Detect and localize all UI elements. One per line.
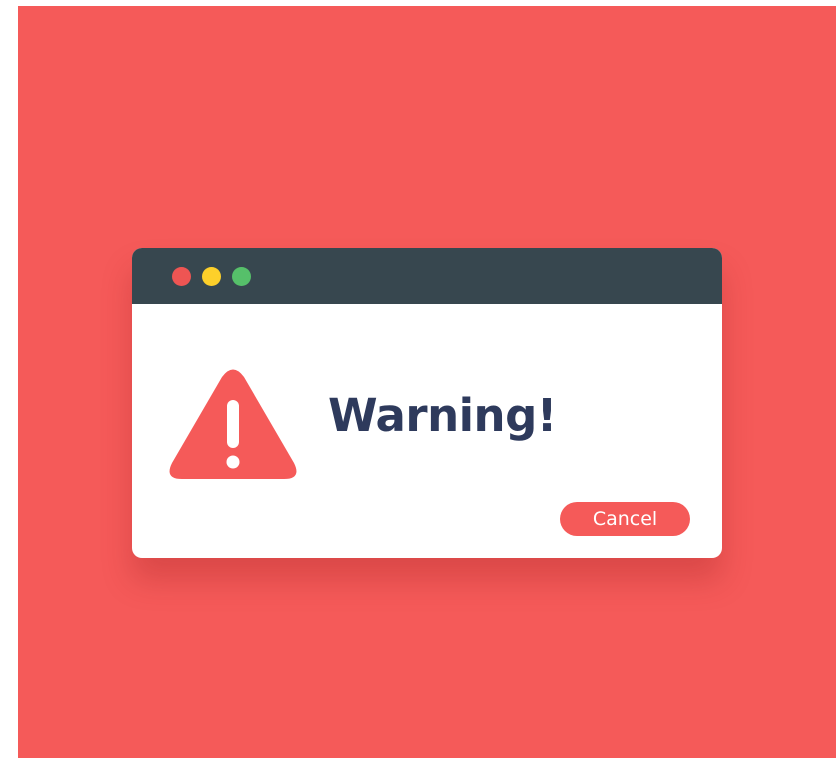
title-bar: [132, 248, 722, 304]
warning-dialog: Warning! Cancel: [132, 248, 722, 558]
warning-triangle-icon: [169, 369, 297, 479]
dialog-title: Warning!: [328, 389, 557, 442]
cancel-button[interactable]: Cancel: [560, 502, 690, 536]
close-window-button[interactable]: [172, 267, 191, 286]
minimize-window-button[interactable]: [202, 267, 221, 286]
maximize-window-button[interactable]: [232, 267, 251, 286]
background: Warning! Cancel: [18, 6, 836, 758]
